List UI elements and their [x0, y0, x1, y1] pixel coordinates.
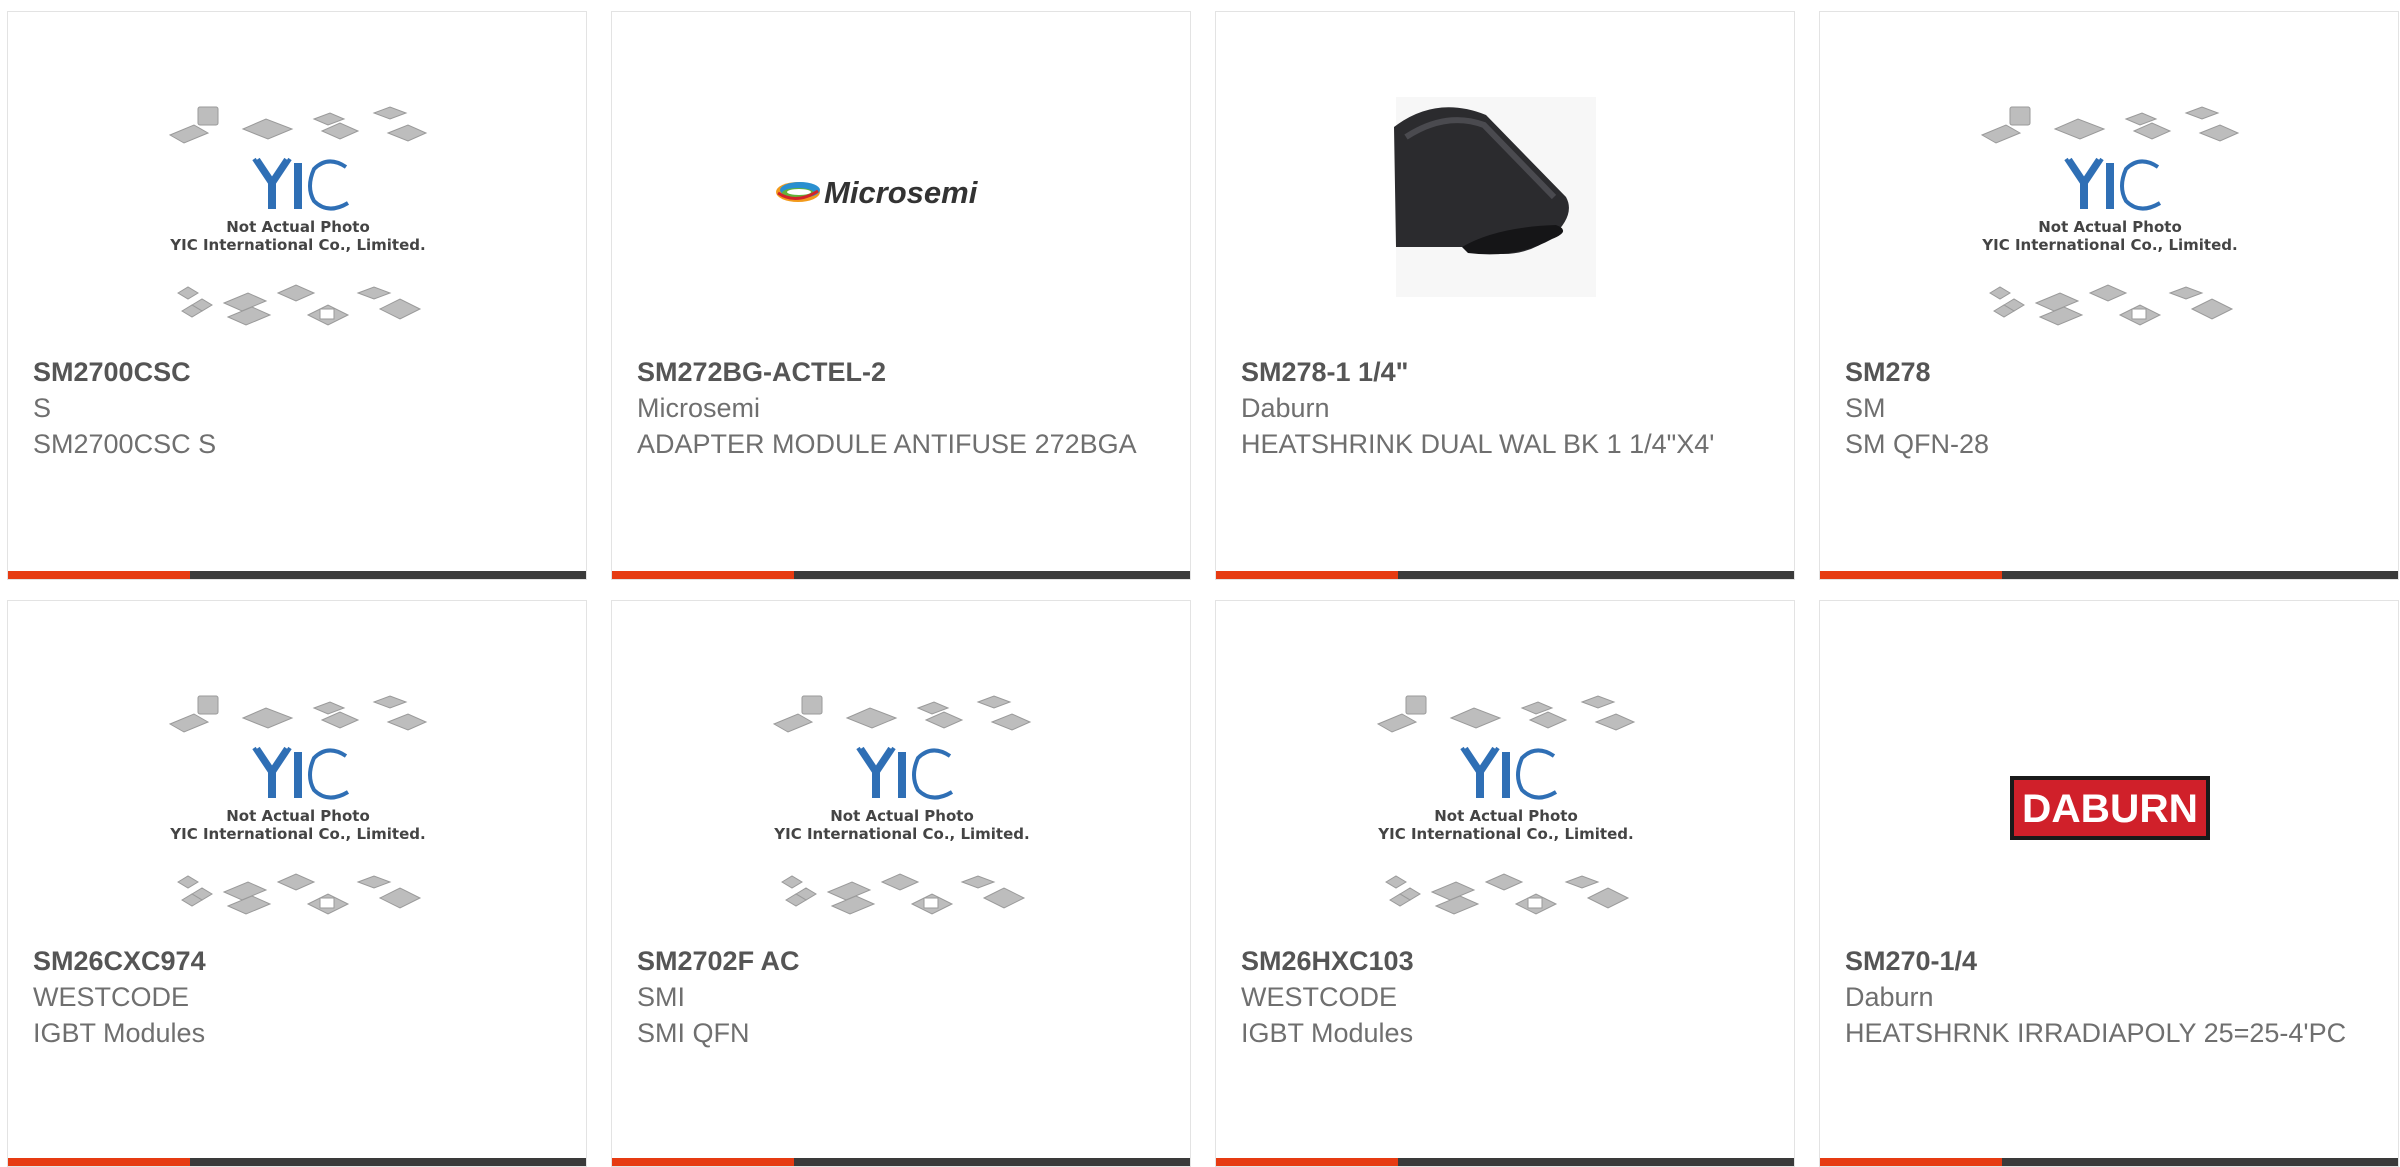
description: HEATSHRNK IRRADIAPOLY 25=25-4'PC [1845, 1018, 2347, 1048]
part-number[interactable]: SM278-1 1/4" [1241, 354, 1761, 390]
manufacturer: WESTCODE [33, 982, 190, 1012]
card-accent-bar [8, 571, 190, 579]
product-card[interactable]: Microsemi SM272BG-ACTEL-2 Microsemi ADAP… [611, 11, 1191, 580]
yic-placeholder-icon: Not Actual Photo YIC International Co., … [168, 695, 428, 915]
microsemi-logo: Microsemi [776, 175, 979, 210]
card-accent-bar [1216, 1158, 1398, 1166]
description: SM2700CSC S [33, 429, 217, 459]
product-image-placeholder[interactable]: Not Actual Photo YIC International Co., … [168, 97, 428, 347]
product-card[interactable]: SM278-1 1/4" Daburn HEATSHRINK DUAL WAL … [1215, 11, 1795, 580]
product-card[interactable]: Not Actual Photo YIC International Co., … [7, 600, 587, 1167]
product-info: SM278-1 1/4" Daburn HEATSHRINK DUAL WAL … [1241, 354, 1761, 462]
daburn-logo-text: DABURN [2022, 787, 2198, 831]
card-bottom-bar [8, 571, 586, 579]
manufacturer: Microsemi [637, 393, 761, 423]
card-accent-bar [612, 1158, 794, 1166]
product-info: SM270-1/4 Daburn HEATSHRNK IRRADIAPOLY 2… [1845, 943, 2365, 1051]
placeholder-line2: YIC International Co., Limited. [1377, 825, 1633, 843]
part-number[interactable]: SM2702F AC [637, 943, 1157, 979]
placeholder-line2: YIC International Co., Limited. [169, 236, 425, 254]
heatshrink-tube-image [1394, 97, 1596, 297]
placeholder-line2: YIC International Co., Limited. [773, 825, 1029, 843]
placeholder-line1: Not Actual Photo [2038, 218, 2182, 236]
microsemi-swirl-icon [776, 182, 820, 202]
card-bottom-bar [612, 571, 1190, 579]
card-bottom-bar [1216, 571, 1794, 579]
placeholder-line1: Not Actual Photo [1434, 807, 1578, 825]
product-info: SM26HXC103 WESTCODE IGBT Modules [1241, 943, 1761, 1051]
product-card[interactable]: Not Actual Photo YIC International Co., … [1215, 600, 1795, 1167]
card-bottom-bar [1820, 571, 2398, 579]
product-card[interactable]: Not Actual Photo YIC International Co., … [1819, 11, 2399, 580]
description: ADAPTER MODULE ANTIFUSE 272BGA [637, 429, 1137, 459]
manufacturer: SM [1845, 393, 1886, 423]
card-accent-bar [612, 571, 794, 579]
card-accent-bar [1216, 571, 1398, 579]
product-image-logo[interactable]: Microsemi [772, 97, 1032, 347]
product-info: SM272BG-ACTEL-2 Microsemi ADAPTER MODULE… [637, 354, 1157, 462]
card-accent-bar [1820, 1158, 2002, 1166]
placeholder-line2: YIC International Co., Limited. [1981, 236, 2237, 254]
product-card[interactable]: Not Actual Photo YIC International Co., … [611, 600, 1191, 1167]
yic-placeholder-icon: Not Actual Photo YIC International Co., … [1376, 695, 1636, 915]
product-info: SM278 SM SM QFN-28 [1845, 354, 2365, 462]
card-accent-bar [8, 1158, 190, 1166]
part-number[interactable]: SM272BG-ACTEL-2 [637, 354, 1157, 390]
description: IGBT Modules [33, 1018, 206, 1048]
product-image-placeholder[interactable]: Not Actual Photo YIC International Co., … [772, 686, 1032, 936]
product-info: SM2702F AC SMI SMI QFN [637, 943, 1157, 1051]
card-bottom-bar [1216, 1158, 1794, 1166]
manufacturer: SMI [637, 982, 686, 1012]
part-number[interactable]: SM2700CSC [33, 354, 553, 390]
daburn-logo: DABURN [2010, 776, 2210, 840]
part-number[interactable]: SM278 [1845, 354, 2365, 390]
part-number[interactable]: SM270-1/4 [1845, 943, 2365, 979]
card-bottom-bar [8, 1158, 586, 1166]
product-grid: Not Actual Photo YIC International Co., … [0, 0, 2400, 1167]
product-image-logo[interactable]: DABURN [1980, 686, 2240, 936]
card-bottom-bar [1820, 1158, 2398, 1166]
placeholder-line1: Not Actual Photo [226, 218, 370, 236]
product-image-placeholder[interactable]: Not Actual Photo YIC International Co., … [1980, 97, 2240, 347]
manufacturer: Daburn [1845, 982, 1934, 1012]
product-image-placeholder[interactable]: Not Actual Photo YIC International Co., … [1376, 686, 1636, 936]
product-card[interactable]: DABURN SM270-1/4 Daburn HEATSHRNK IRRADI… [1819, 600, 2399, 1167]
part-number[interactable]: SM26HXC103 [1241, 943, 1761, 979]
description: IGBT Modules [1241, 1018, 1414, 1048]
product-info: SM2700CSC S SM2700CSC S [33, 354, 553, 462]
placeholder-line2: YIC International Co., Limited. [169, 825, 425, 843]
part-number[interactable]: SM26CXC974 [33, 943, 553, 979]
manufacturer: WESTCODE [1241, 982, 1398, 1012]
card-accent-bar [1820, 571, 2002, 579]
microsemi-logo-text: Microsemi [824, 175, 979, 210]
placeholder-line1: Not Actual Photo [830, 807, 974, 825]
description: HEATSHRINK DUAL WAL BK 1 1/4"X4' [1241, 429, 1715, 459]
description: SM QFN-28 [1845, 429, 1990, 459]
yic-placeholder-icon: Not Actual Photo YIC International Co., … [772, 695, 1032, 915]
manufacturer: S [33, 393, 52, 423]
yic-placeholder-icon: Not Actual Photo YIC International Co., … [1980, 106, 2240, 326]
yic-placeholder-icon: Not Actual Photo YIC International Co., … [168, 106, 428, 326]
manufacturer: Daburn [1241, 393, 1330, 423]
description: SMI QFN [637, 1018, 750, 1048]
product-image-photo[interactable] [1376, 97, 1636, 347]
placeholder-line1: Not Actual Photo [226, 807, 370, 825]
product-info: SM26CXC974 WESTCODE IGBT Modules [33, 943, 553, 1051]
product-card[interactable]: Not Actual Photo YIC International Co., … [7, 11, 587, 580]
product-image-placeholder[interactable]: Not Actual Photo YIC International Co., … [168, 686, 428, 936]
card-bottom-bar [612, 1158, 1190, 1166]
